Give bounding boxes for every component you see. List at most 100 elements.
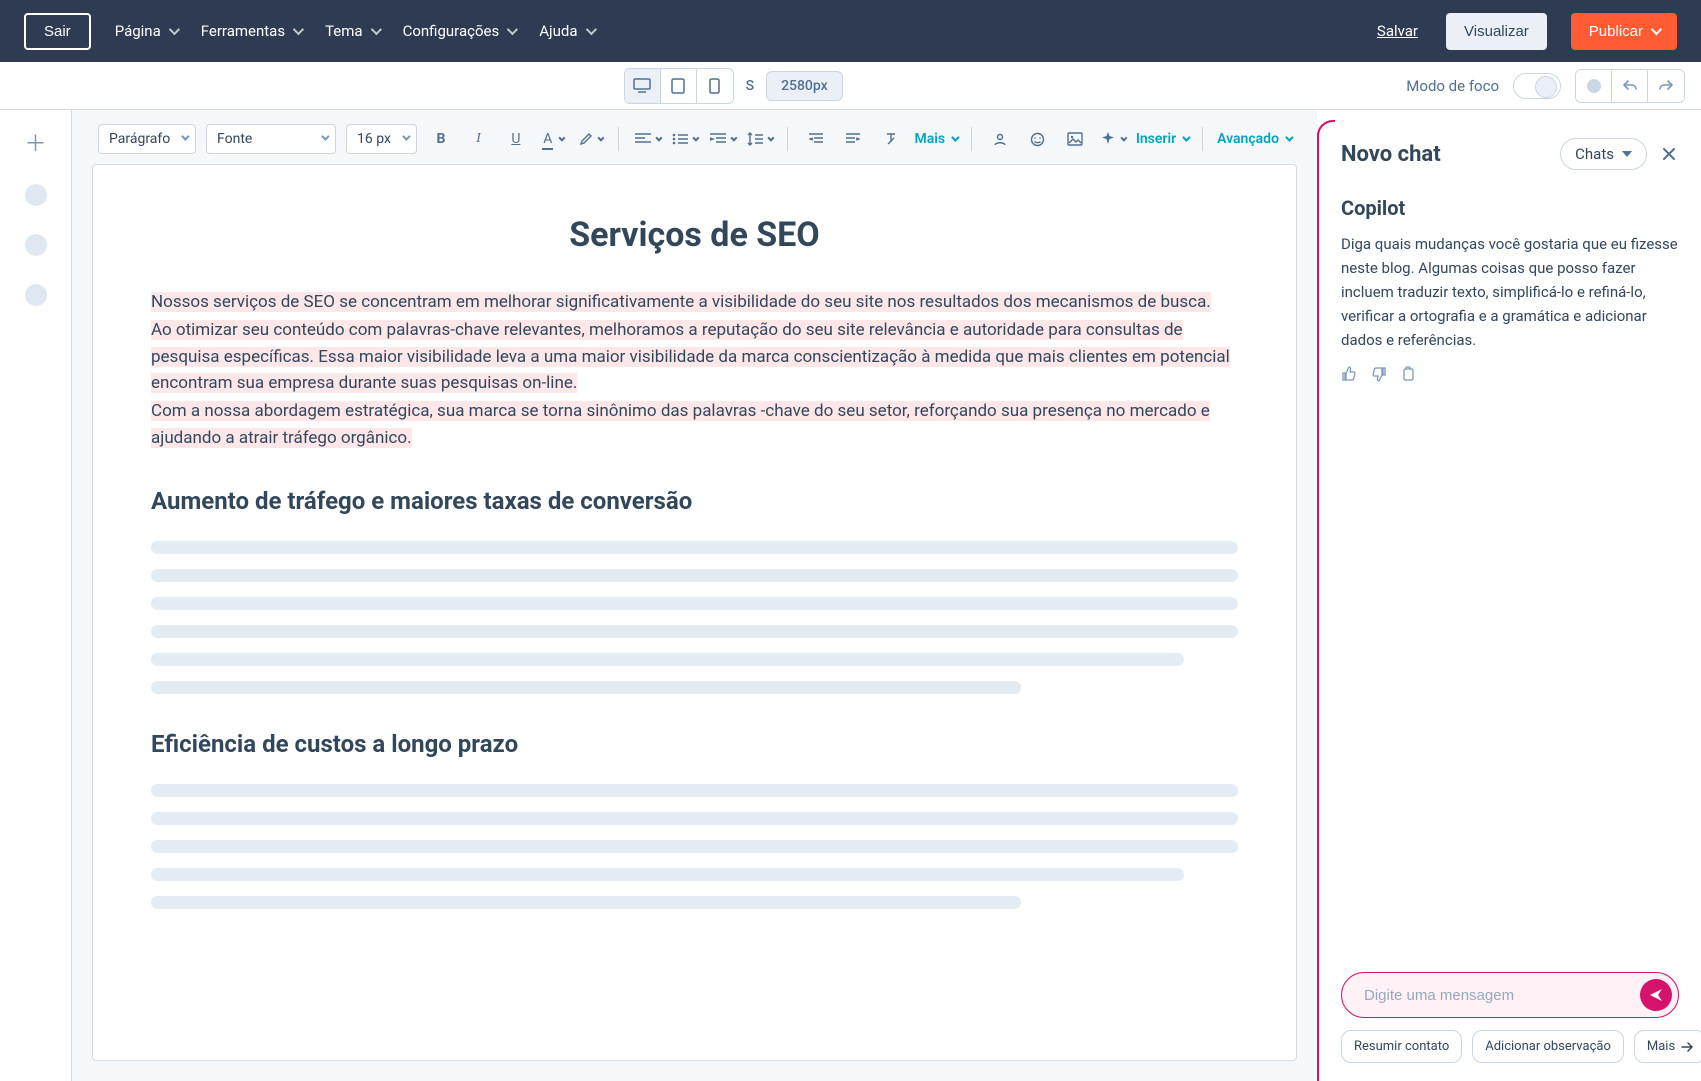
add-module-button[interactable]: ＋	[24, 134, 46, 156]
indent-button[interactable]	[708, 125, 735, 153]
chevron-down-icon	[181, 132, 189, 140]
insert-label: Inserir	[1136, 131, 1176, 147]
copilot-message-input[interactable]	[1362, 986, 1630, 1005]
bullet-list-button[interactable]	[671, 125, 698, 153]
send-button[interactable]	[1640, 979, 1672, 1011]
paragraph-style-dropdown[interactable]: Parágrafo	[98, 124, 196, 154]
breakpoint-indicator-button[interactable]	[1576, 70, 1612, 102]
highlighted-text: Com a nossa abordagem estratégica, sua m…	[151, 401, 1210, 447]
line-height-button[interactable]	[746, 125, 773, 153]
chevron-down-icon	[1651, 24, 1662, 35]
chevron-down-icon	[321, 132, 329, 140]
nav-tools-label: Ferramentas	[201, 22, 285, 40]
image-button[interactable]	[1061, 125, 1088, 153]
bullet-list-icon	[672, 133, 688, 145]
arrow-right-icon	[1681, 1042, 1693, 1052]
copilot-message-field[interactable]	[1341, 972, 1679, 1018]
nav-help[interactable]: Ajuda	[539, 22, 593, 40]
tablet-icon	[671, 78, 685, 94]
text-color-button[interactable]: A	[540, 125, 567, 153]
bold-button[interactable]: B	[427, 125, 454, 153]
underline-button[interactable]: U	[502, 125, 529, 153]
device-switcher	[624, 68, 734, 104]
device-mobile-button[interactable]	[697, 69, 733, 103]
viewport-size-code: S	[746, 78, 754, 94]
editor-canvas[interactable]: Serviços de SEO Nossos serviços de SEO s…	[92, 164, 1297, 1061]
rail-item-2[interactable]	[25, 234, 47, 256]
font-family-dropdown[interactable]: Fonte	[206, 124, 336, 154]
personalize-button[interactable]	[986, 125, 1013, 153]
chevron-down-icon	[598, 134, 605, 141]
skeleton-line	[151, 812, 1238, 825]
chats-dropdown[interactable]: Chats	[1560, 138, 1647, 170]
chevron-down-icon	[655, 134, 662, 141]
skeleton-line	[151, 569, 1238, 582]
font-size-label: 16 px	[357, 131, 391, 147]
skeleton-line	[151, 597, 1238, 610]
italic-button[interactable]: I	[465, 125, 492, 153]
thumbs-down-button[interactable]	[1371, 366, 1387, 382]
preview-button[interactable]: Visualizar	[1446, 13, 1547, 50]
chevron-down-icon	[370, 24, 381, 35]
insert-dropdown[interactable]: Inserir	[1136, 131, 1188, 147]
publish-button[interactable]: Publicar	[1571, 13, 1677, 50]
device-desktop-button[interactable]	[625, 69, 661, 103]
undo-button[interactable]	[1612, 70, 1648, 102]
advanced-label: Avançado	[1217, 131, 1279, 147]
chevron-down-icon	[1285, 133, 1293, 141]
focus-mode-toggle[interactable]	[1513, 73, 1561, 99]
highlighted-text: Nossos serviços de SEO se concentram em …	[151, 292, 1211, 312]
indent-right-icon	[846, 133, 860, 145]
redo-button[interactable]	[1648, 70, 1684, 102]
thumbs-down-icon	[1371, 366, 1387, 382]
chats-label: Chats	[1575, 145, 1614, 163]
focus-mode-label: Modo de foco	[1406, 77, 1499, 95]
chip-summarize[interactable]: Resumir contato	[1341, 1030, 1462, 1063]
exit-button[interactable]: Sair	[24, 13, 91, 50]
editor-area: Parágrafo Fonte 16 px B I U A	[72, 110, 1317, 1081]
undo-icon	[1622, 79, 1638, 93]
italic-icon: I	[476, 131, 481, 147]
copilot-intro-text: Diga quais mudanças você gostaria que eu…	[1341, 232, 1679, 352]
device-tablet-button[interactable]	[661, 69, 697, 103]
close-panel-button[interactable]	[1657, 142, 1681, 166]
redo-icon	[1658, 79, 1674, 93]
nav-settings[interactable]: Configurações	[403, 22, 516, 40]
clear-format-button[interactable]	[877, 125, 904, 153]
chevron-down-icon	[559, 134, 566, 141]
nav-page[interactable]: Página	[115, 22, 177, 40]
outdent-button[interactable]	[802, 125, 829, 153]
font-size-dropdown[interactable]: 16 px	[346, 124, 417, 154]
more-dropdown[interactable]: Mais	[914, 131, 957, 147]
chevron-down-icon	[730, 134, 737, 141]
left-rail: ＋	[0, 110, 72, 1081]
document-title: Serviços de SEO	[151, 215, 1238, 255]
copilot-feedback-row	[1341, 366, 1679, 382]
desktop-icon	[633, 78, 651, 94]
emoji-button[interactable]	[1024, 125, 1051, 153]
ai-button[interactable]	[1098, 125, 1125, 153]
save-link[interactable]: Salvar	[1377, 22, 1418, 40]
advanced-dropdown[interactable]: Avançado	[1217, 131, 1291, 147]
nav-page-label: Página	[115, 22, 161, 40]
align-button[interactable]	[633, 125, 660, 153]
copilot-input-area: Resumir contato Adicionar observação Mai…	[1319, 972, 1701, 1081]
thumbs-up-icon	[1341, 366, 1357, 382]
section-heading: Aumento de tráfego e maiores taxas de co…	[151, 487, 1238, 515]
chip-add-note[interactable]: Adicionar observação	[1472, 1030, 1624, 1063]
suggestion-chips: Resumir contato Adicionar observação Mai…	[1341, 1030, 1679, 1063]
nav-theme[interactable]: Tema	[325, 22, 379, 40]
rail-item-3[interactable]	[25, 284, 47, 306]
chevron-down-icon	[585, 24, 596, 35]
highlight-color-button[interactable]	[577, 125, 604, 153]
viewport-width-chip[interactable]: 2580px	[766, 71, 843, 101]
chevron-down-icon	[767, 134, 774, 141]
copy-button[interactable]	[1401, 366, 1415, 382]
clipboard-icon	[1401, 366, 1415, 382]
nav-tools[interactable]: Ferramentas	[201, 22, 301, 40]
indent-right-button[interactable]	[840, 125, 867, 153]
mobile-icon	[709, 78, 720, 94]
chip-more[interactable]: Mais	[1634, 1030, 1701, 1063]
thumbs-up-button[interactable]	[1341, 366, 1357, 382]
rail-item-1[interactable]	[25, 184, 47, 206]
